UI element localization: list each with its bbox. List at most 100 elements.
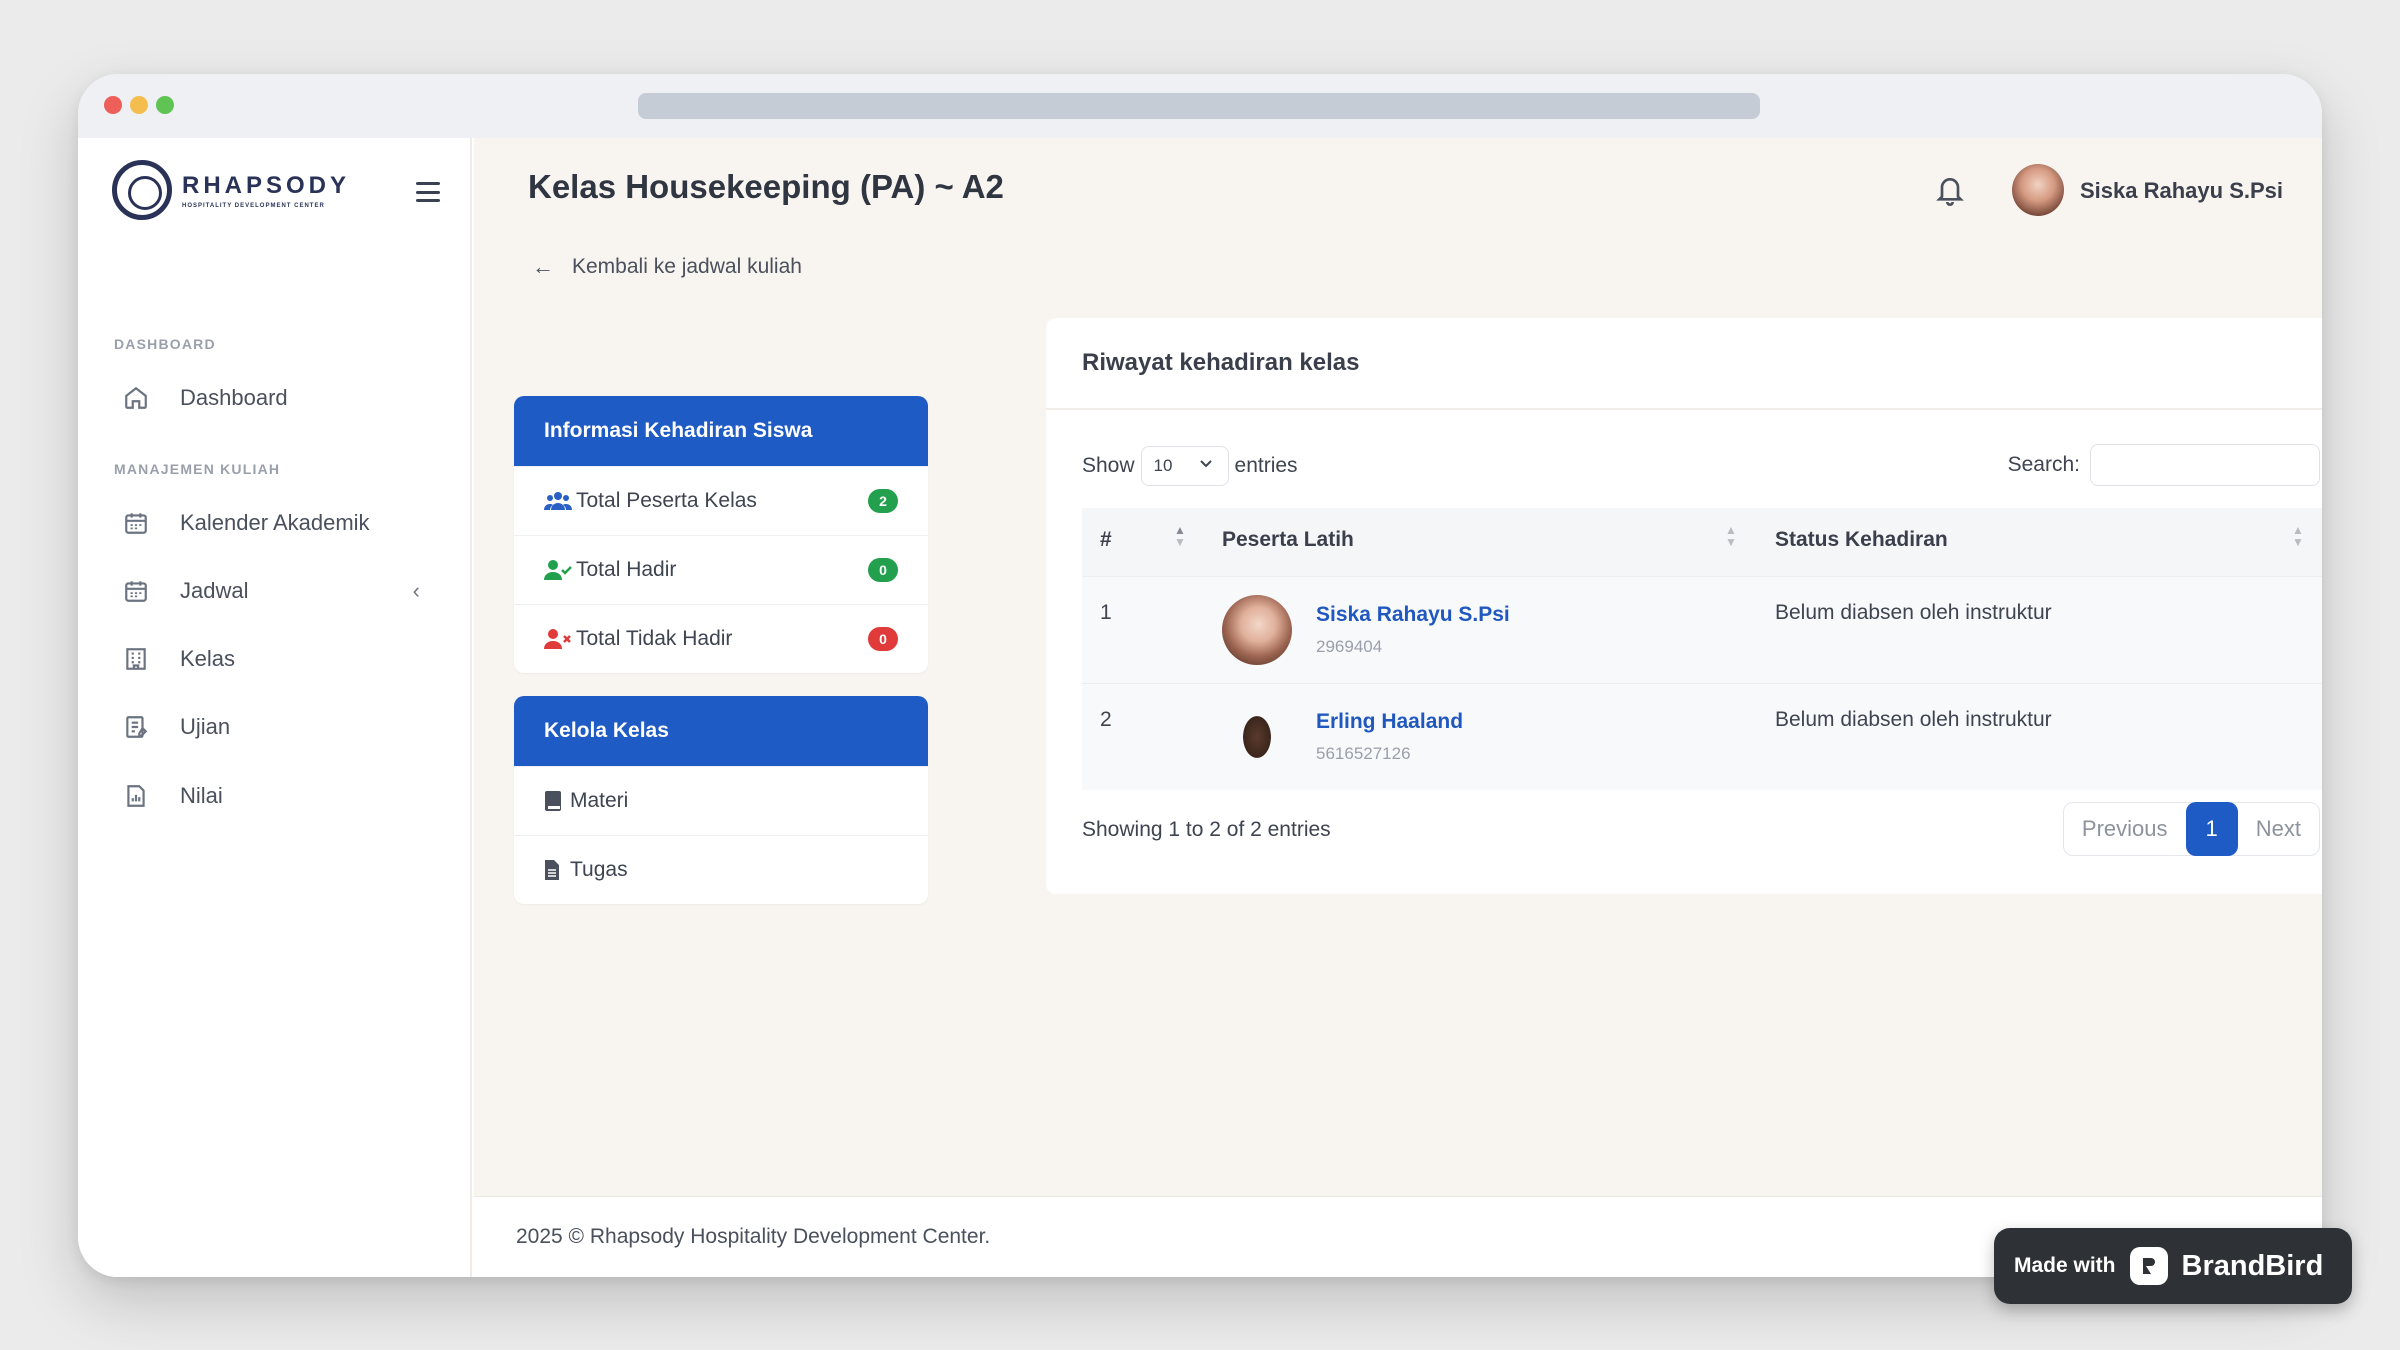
- sidebar: RHAPSODY HOSPITALITY DEVELOPMENT CENTER …: [78, 138, 472, 1277]
- entries-select[interactable]: 10: [1140, 446, 1229, 486]
- arrow-left-icon: ←: [532, 254, 554, 279]
- entries-value: 10: [1153, 456, 1173, 475]
- chevron-down-icon: [1198, 455, 1214, 476]
- panel-title: Kelola Kelas: [514, 696, 928, 766]
- exam-icon: [122, 713, 150, 741]
- search-input[interactable]: [2090, 444, 2320, 486]
- calendar-icon: [122, 509, 150, 537]
- column-header-number[interactable]: #: [1100, 528, 1112, 552]
- count-badge: 0: [868, 558, 898, 582]
- manage-class-panel: Kelola Kelas Materi Tugas: [514, 696, 928, 904]
- sidebar-item-label: Kelas: [180, 646, 236, 671]
- brand-name: BrandBird: [2181, 1249, 2324, 1282]
- logo-subtitle: HOSPITALITY DEVELOPMENT CENTER: [182, 202, 325, 209]
- notification-bell-icon[interactable]: [1934, 172, 1966, 208]
- app-logo[interactable]: RHAPSODY HOSPITALITY DEVELOPMENT CENTER: [112, 160, 350, 220]
- browser-window: RHAPSODY HOSPITALITY DEVELOPMENT CENTER …: [78, 74, 2322, 1277]
- tugas-link[interactable]: Tugas: [514, 835, 928, 904]
- total-present-row: Total Hadir 0: [514, 535, 928, 604]
- entries-label: entries: [1234, 454, 1298, 477]
- show-label: Show: [1082, 454, 1135, 477]
- row-number: 2: [1100, 708, 1112, 731]
- sidebar-item-nilai[interactable]: Nilai: [122, 776, 432, 816]
- participant-avatar: [1222, 595, 1292, 665]
- search-label: Search:: [2007, 453, 2080, 476]
- sidebar-item-label: Ujian: [180, 714, 231, 739]
- grade-icon: [122, 782, 150, 810]
- materi-link[interactable]: Materi: [514, 766, 928, 835]
- row-label: Total Peserta Kelas: [576, 489, 757, 512]
- count-badge: 2: [868, 489, 898, 513]
- participant-avatar: [1222, 702, 1292, 772]
- close-window-dot[interactable]: [104, 96, 122, 114]
- sidebar-item-kelas[interactable]: Kelas: [122, 639, 432, 679]
- participant-id: 2969404: [1316, 637, 1383, 656]
- book-icon: [544, 790, 568, 812]
- next-page-button[interactable]: Next: [2238, 803, 2319, 855]
- table-info: Showing 1 to 2 of 2 entries: [1082, 818, 1331, 841]
- back-link-label: Kembali ke jadwal kuliah: [572, 255, 802, 278]
- sidebar-item-label: Kalender Akademik: [180, 510, 370, 535]
- sidebar-item-dashboard[interactable]: Dashboard: [122, 378, 432, 418]
- attendance-table: # ▲ ▼ Peserta Latih ▲ ▼ Status Kehadiran ▲…: [1082, 508, 2322, 790]
- made-with-label: Made with: [2014, 1254, 2116, 1277]
- sidebar-item-label: Nilai: [180, 783, 223, 808]
- user-avatar[interactable]: [2012, 164, 2064, 216]
- total-participants-row: Total Peserta Kelas 2: [514, 466, 928, 535]
- attendance-history-card: Riwayat kehadiran kelas Show 10 entries …: [1046, 318, 2322, 894]
- sidebar-item-label: Jadwal: [180, 578, 249, 603]
- sort-asc-icon[interactable]: ▲ ▼: [1174, 524, 1186, 548]
- footer-copyright: 2025 © Rhapsody Hospitality Development …: [516, 1225, 991, 1248]
- sidebar-item-ujian[interactable]: Ujian: [122, 707, 432, 747]
- page-title: Kelas Housekeeping (PA) ~ A2: [528, 168, 1004, 205]
- row-label: Total Hadir: [576, 558, 677, 581]
- users-icon: [544, 490, 574, 512]
- total-absent-row: Total Tidak Hadir 0: [514, 604, 928, 673]
- table-row: 1 Siska Rahayu S.Psi 2969404 Belum diabs…: [1082, 576, 2322, 683]
- participant-name-link[interactable]: Siska Rahayu S.Psi: [1316, 603, 1510, 627]
- count-badge: 0: [868, 627, 898, 651]
- participant-name-link[interactable]: Erling Haaland: [1316, 710, 1463, 734]
- menu-toggle-icon[interactable]: [416, 182, 440, 202]
- logo-emblem: [112, 160, 172, 220]
- attendance-status: Belum diabsen oleh instruktur: [1775, 601, 2052, 624]
- section-label-dashboard: DASHBOARD: [114, 336, 216, 352]
- sidebar-item-kalender[interactable]: Kalender Akademik: [122, 503, 432, 543]
- made-with-brandbird-badge[interactable]: Made with BrandBird: [1994, 1228, 2352, 1304]
- window-chrome: [78, 74, 2322, 138]
- card-title: Riwayat kehadiran kelas: [1046, 318, 2322, 410]
- row-label: Materi: [570, 789, 629, 812]
- panel-title: Informasi Kehadiran Siswa: [514, 396, 928, 466]
- column-header-status[interactable]: Status Kehadiran: [1775, 528, 1948, 552]
- column-header-participant[interactable]: Peserta Latih: [1222, 528, 1354, 552]
- calendar-icon: [122, 577, 150, 605]
- table-header: # ▲ ▼ Peserta Latih ▲ ▼ Status Kehadiran ▲…: [1082, 508, 2322, 576]
- row-label: Tugas: [570, 858, 628, 881]
- attendance-status: Belum diabsen oleh instruktur: [1775, 708, 2052, 731]
- entries-length-control: Show 10 entries: [1082, 446, 1298, 486]
- address-bar[interactable]: [638, 93, 1760, 119]
- previous-page-button[interactable]: Previous: [2064, 803, 2186, 855]
- row-label: Total Tidak Hadir: [576, 627, 733, 650]
- sort-icon[interactable]: ▲ ▼: [1725, 524, 1737, 548]
- chevron-left-icon: ‹: [412, 578, 420, 603]
- logo-title: RHAPSODY: [182, 171, 351, 199]
- participant-id: 5616527126: [1316, 744, 1411, 763]
- minimize-window-dot[interactable]: [130, 96, 148, 114]
- sidebar-item-label: Dashboard: [180, 385, 288, 410]
- attendance-info-panel: Informasi Kehadiran Siswa Total Peserta …: [514, 396, 928, 673]
- maximize-window-dot[interactable]: [156, 96, 174, 114]
- back-to-schedule-link[interactable]: ← Kembali ke jadwal kuliah: [532, 254, 802, 280]
- sort-icon[interactable]: ▲ ▼: [2292, 524, 2304, 548]
- sidebar-item-jadwal[interactable]: Jadwal ‹: [122, 571, 432, 611]
- user-x-icon: [544, 628, 574, 650]
- table-search: Search:: [2008, 444, 2320, 486]
- page-1-button[interactable]: 1: [2185, 802, 2238, 856]
- section-label-manajemen: MANAJEMEN KULIAH: [114, 461, 281, 477]
- home-icon: [122, 384, 150, 412]
- pagination: Previous 1 Next: [2062, 802, 2320, 856]
- main-content: Kelas Housekeeping (PA) ~ A2 Siska Rahay…: [474, 138, 2322, 1277]
- brandbird-logo-icon: [2129, 1247, 2168, 1285]
- user-name[interactable]: Siska Rahayu S.Psi: [2080, 178, 2283, 204]
- building-icon: [122, 645, 150, 673]
